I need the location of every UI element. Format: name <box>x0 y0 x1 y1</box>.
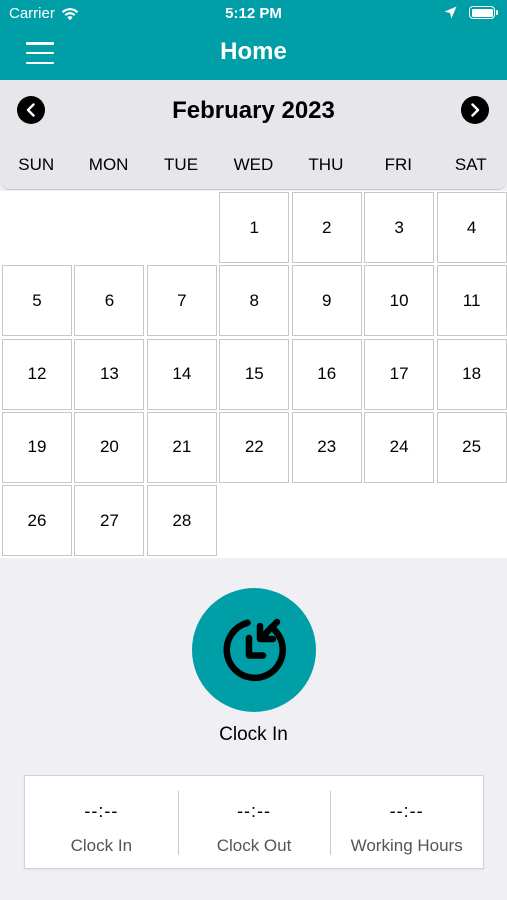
calendar-day-cell[interactable]: 4 <box>436 192 507 263</box>
calendar-day-cell[interactable]: 27 <box>74 485 145 557</box>
calendar-day-cell[interactable]: 3 <box>364 192 435 263</box>
calendar-day-cell[interactable]: 20 <box>74 411 145 483</box>
time-summary-card: --:-- Clock In --:-- Clock Out --:-- Wor… <box>24 775 484 869</box>
calendar-day-cell[interactable]: 12 <box>2 338 72 410</box>
calendar-day-cell[interactable]: 25 <box>436 411 507 483</box>
clock-in-time-value: --:-- <box>84 801 119 821</box>
calendar-day-cell[interactable]: 8 <box>219 265 290 337</box>
calendar-day-cell[interactable]: 17 <box>364 338 435 410</box>
weekday-label: SUN <box>18 155 55 174</box>
calendar-day-cell[interactable]: 1 <box>219 192 290 263</box>
calendar-day-cell[interactable]: 23 <box>291 411 362 483</box>
status-bar: Carrier 5:12 PM <box>0 0 507 28</box>
weekday-row: SUN MON TUE WED THU FRI SAT <box>0 155 507 175</box>
battery-icon <box>469 6 498 19</box>
calendar-day-cell[interactable]: 2 <box>291 192 362 263</box>
next-month-button[interactable] <box>461 96 489 124</box>
calendar-header: February 2023 SUN MON TUE WED THU FRI SA… <box>0 80 507 190</box>
navigation-bar: Home <box>0 28 507 80</box>
calendar-day-cell[interactable]: 26 <box>2 485 72 557</box>
calendar-day-cell[interactable]: 28 <box>146 485 217 557</box>
clock-out-time-label: Clock Out <box>216 836 292 855</box>
clock-in-icon <box>223 618 286 682</box>
calendar-day-cell[interactable]: 16 <box>291 338 362 410</box>
calendar-day-cell[interactable]: 15 <box>219 338 290 410</box>
clock-out-time-value: --:-- <box>237 801 271 821</box>
weekday-label: FRI <box>384 155 413 174</box>
weekday-label: THU <box>308 155 344 174</box>
calendar-day-cell[interactable]: 22 <box>219 411 290 483</box>
calendar-day-cell[interactable]: 7 <box>146 265 217 337</box>
working-hours-value: --:-- <box>389 801 424 821</box>
calendar-day-cell[interactable]: 6 <box>74 265 145 337</box>
calendar-day-cell[interactable]: 9 <box>291 265 362 337</box>
calendar-day-cell[interactable]: 14 <box>146 338 217 410</box>
calendar-day-cell[interactable]: 18 <box>436 338 507 410</box>
calendar-day-cell[interactable]: 21 <box>146 411 217 483</box>
working-hours-label: Working Hours <box>350 836 463 855</box>
calendar-day-cell[interactable]: 11 <box>436 265 507 337</box>
clock-in-summary: --:-- Clock In <box>25 776 178 868</box>
calendar-day-cell[interactable]: 5 <box>2 265 72 337</box>
clock-in-time-label: Clock In <box>70 836 133 855</box>
clock-in-label: Clock In <box>219 724 288 745</box>
page-title: Home <box>220 38 287 65</box>
calendar-day-grid: 1 2 3 4 5 6 7 8 9 10 11 12 13 14 15 16 17 18 19 20 21 22 23 24 2… <box>0 191 507 558</box>
working-hours-summary: --:-- Working Hours <box>330 776 483 868</box>
weekday-label: TUE <box>164 155 199 174</box>
month-title: February 2023 <box>172 97 335 124</box>
calendar-day-cell[interactable]: 10 <box>364 265 435 337</box>
weekday-label: MON <box>88 155 129 174</box>
location-arrow-icon <box>444 6 457 19</box>
clock-in-button[interactable] <box>192 588 316 712</box>
calendar-day-cell[interactable]: 19 <box>2 411 72 483</box>
weekday-label: SAT <box>454 155 487 174</box>
weekday-label: WED <box>233 155 274 174</box>
clock-out-summary: --:-- Clock Out <box>177 776 331 868</box>
status-time: 5:12 PM <box>225 5 282 22</box>
chevron-right-icon <box>471 103 480 117</box>
top-bar: Carrier 5:12 PM Home <box>0 0 507 80</box>
calendar-day-cell[interactable]: 24 <box>364 411 435 483</box>
calendar-day-cell[interactable]: 13 <box>74 338 145 410</box>
